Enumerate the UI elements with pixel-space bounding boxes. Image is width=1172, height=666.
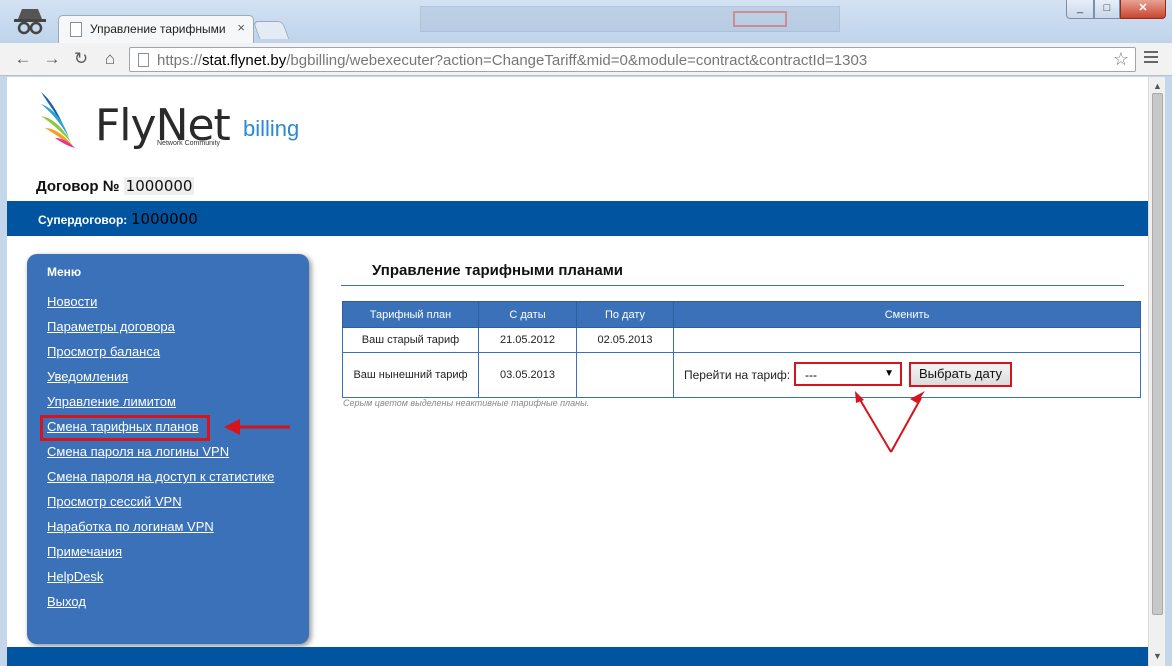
browser-titlebar: Управление тарифными × _ □ ✕ xyxy=(0,0,1172,43)
tab-title: Управление тарифными xyxy=(90,22,226,36)
new-tab-button[interactable] xyxy=(252,21,290,39)
window-close-button[interactable]: ✕ xyxy=(1120,0,1166,19)
page-icon xyxy=(70,22,82,37)
chrome-menu-icon[interactable] xyxy=(1144,51,1158,66)
contract-label: Договор № xyxy=(36,178,120,195)
tab-active[interactable]: Управление тарифными × xyxy=(58,15,254,43)
bookmark-star-icon[interactable]: ☆ xyxy=(1113,49,1129,70)
flynet-wing-icon xyxy=(41,92,75,148)
highlight-box xyxy=(40,415,210,441)
sidebar-item-vpn-sessions[interactable]: Просмотр сессий VPN xyxy=(47,494,182,509)
tariff-select[interactable]: --- ▼ xyxy=(794,362,902,386)
sidebar-item-vpn-password[interactable]: Смена пароля на логины VPN xyxy=(47,444,229,459)
address-bar[interactable]: https://stat.flynet.by/bgbilling/webexec… xyxy=(129,47,1136,72)
column-header: Сменить xyxy=(673,301,1141,328)
date-to-cell: 02.05.2013 xyxy=(576,327,674,353)
background-window xyxy=(420,6,840,32)
page-viewport: FlyNet billing Network Community Договор… xyxy=(7,77,1148,666)
inactive-plans-note: Серым цветом выделены неактивные тарифны… xyxy=(343,398,590,408)
sidebar-item-news[interactable]: Новости xyxy=(47,294,97,309)
choose-date-button[interactable]: Выбрать дату xyxy=(909,362,1012,387)
sidebar-item-stats-password[interactable]: Смена пароля на доступ к статистике xyxy=(47,469,274,484)
tariff-table: Тарифный план С даты По дату Сменить Ваш… xyxy=(342,301,1141,398)
annotation-arrows-icon xyxy=(855,391,925,453)
change-cell xyxy=(673,327,1141,353)
column-header: По дату xyxy=(576,301,674,328)
sidebar-item-vpn-usage[interactable]: Наработка по логинам VPN xyxy=(47,519,214,534)
scroll-up-icon[interactable]: ▲ xyxy=(1153,81,1162,91)
sidebar-item-notes[interactable]: Примечания xyxy=(47,544,122,559)
supercontract-label: Супердоговор: xyxy=(38,213,128,227)
sidebar-menu: Меню Новости Параметры договора Просмотр… xyxy=(27,254,309,644)
back-arrow-icon[interactable]: ← xyxy=(12,48,34,70)
switch-tariff-label: Перейти на тариф: xyxy=(684,368,791,382)
flynet-logo: FlyNet billing Network Community xyxy=(37,90,307,152)
browser-toolbar: ← → ↻ ⌂ https://stat.flynet.by/bgbilling… xyxy=(0,43,1172,76)
reload-icon[interactable]: ↻ xyxy=(70,48,92,70)
menu-title: Меню xyxy=(47,265,82,279)
annotation-arrow-icon xyxy=(224,419,290,435)
tariff-select-value: --- xyxy=(805,368,817,382)
logo-tagline: Network Community xyxy=(157,140,221,147)
contract-heading: Договор № 1000000 xyxy=(36,177,195,195)
date-from-cell: 03.05.2013 xyxy=(478,352,577,398)
incognito-icon xyxy=(14,9,46,35)
sidebar-item-balance[interactable]: Просмотр баланса xyxy=(47,344,160,359)
page-title: Управление тарифными планами xyxy=(372,262,624,279)
sidebar-item-notifications[interactable]: Уведомления xyxy=(47,369,128,384)
date-from-cell: 21.05.2012 xyxy=(478,327,577,353)
table-header-row: Тарифный план С даты По дату Сменить xyxy=(342,301,1141,328)
close-tab-icon[interactable]: × xyxy=(237,21,245,35)
footer-bar xyxy=(7,647,1148,666)
scroll-down-icon[interactable]: ▼ xyxy=(1153,651,1162,661)
column-header: С даты xyxy=(478,301,577,328)
window-frame-right xyxy=(1165,77,1172,666)
minimize-button[interactable]: _ xyxy=(1066,0,1094,19)
forward-arrow-icon[interactable]: → xyxy=(41,48,63,70)
url-text[interactable]: https://stat.flynet.by/bgbilling/webexec… xyxy=(157,52,867,69)
supercontract-number: 1000000 xyxy=(131,210,198,228)
column-header: Тарифный план xyxy=(342,301,479,328)
sidebar-item-helpdesk[interactable]: HelpDesk xyxy=(47,569,103,584)
title-divider xyxy=(341,285,1124,286)
contract-number: 1000000 xyxy=(123,177,195,195)
page-icon xyxy=(138,53,149,67)
sidebar-item-limit[interactable]: Управление лимитом xyxy=(47,394,176,409)
table-row: Ваш старый тариф 21.05.2012 02.05.2013 xyxy=(342,327,1141,353)
date-to-cell xyxy=(576,352,674,398)
maximize-button[interactable]: □ xyxy=(1094,0,1120,19)
tariff-plan-cell: Ваш нынешний тариф xyxy=(342,352,479,398)
tariff-plan-cell: Ваш старый тариф xyxy=(342,327,479,353)
sidebar-item-contract-params[interactable]: Параметры договора xyxy=(47,319,175,334)
supercontract-bar: Супердоговор: 1000000 xyxy=(7,201,1148,236)
sidebar-item-logout[interactable]: Выход xyxy=(47,594,86,609)
scroll-thumb[interactable] xyxy=(1152,93,1163,615)
logo-billing-text: billing xyxy=(243,116,300,141)
vertical-scrollbar[interactable]: ▲ ▼ xyxy=(1148,77,1165,666)
chevron-down-icon: ▼ xyxy=(884,368,894,379)
home-icon[interactable]: ⌂ xyxy=(99,48,121,70)
